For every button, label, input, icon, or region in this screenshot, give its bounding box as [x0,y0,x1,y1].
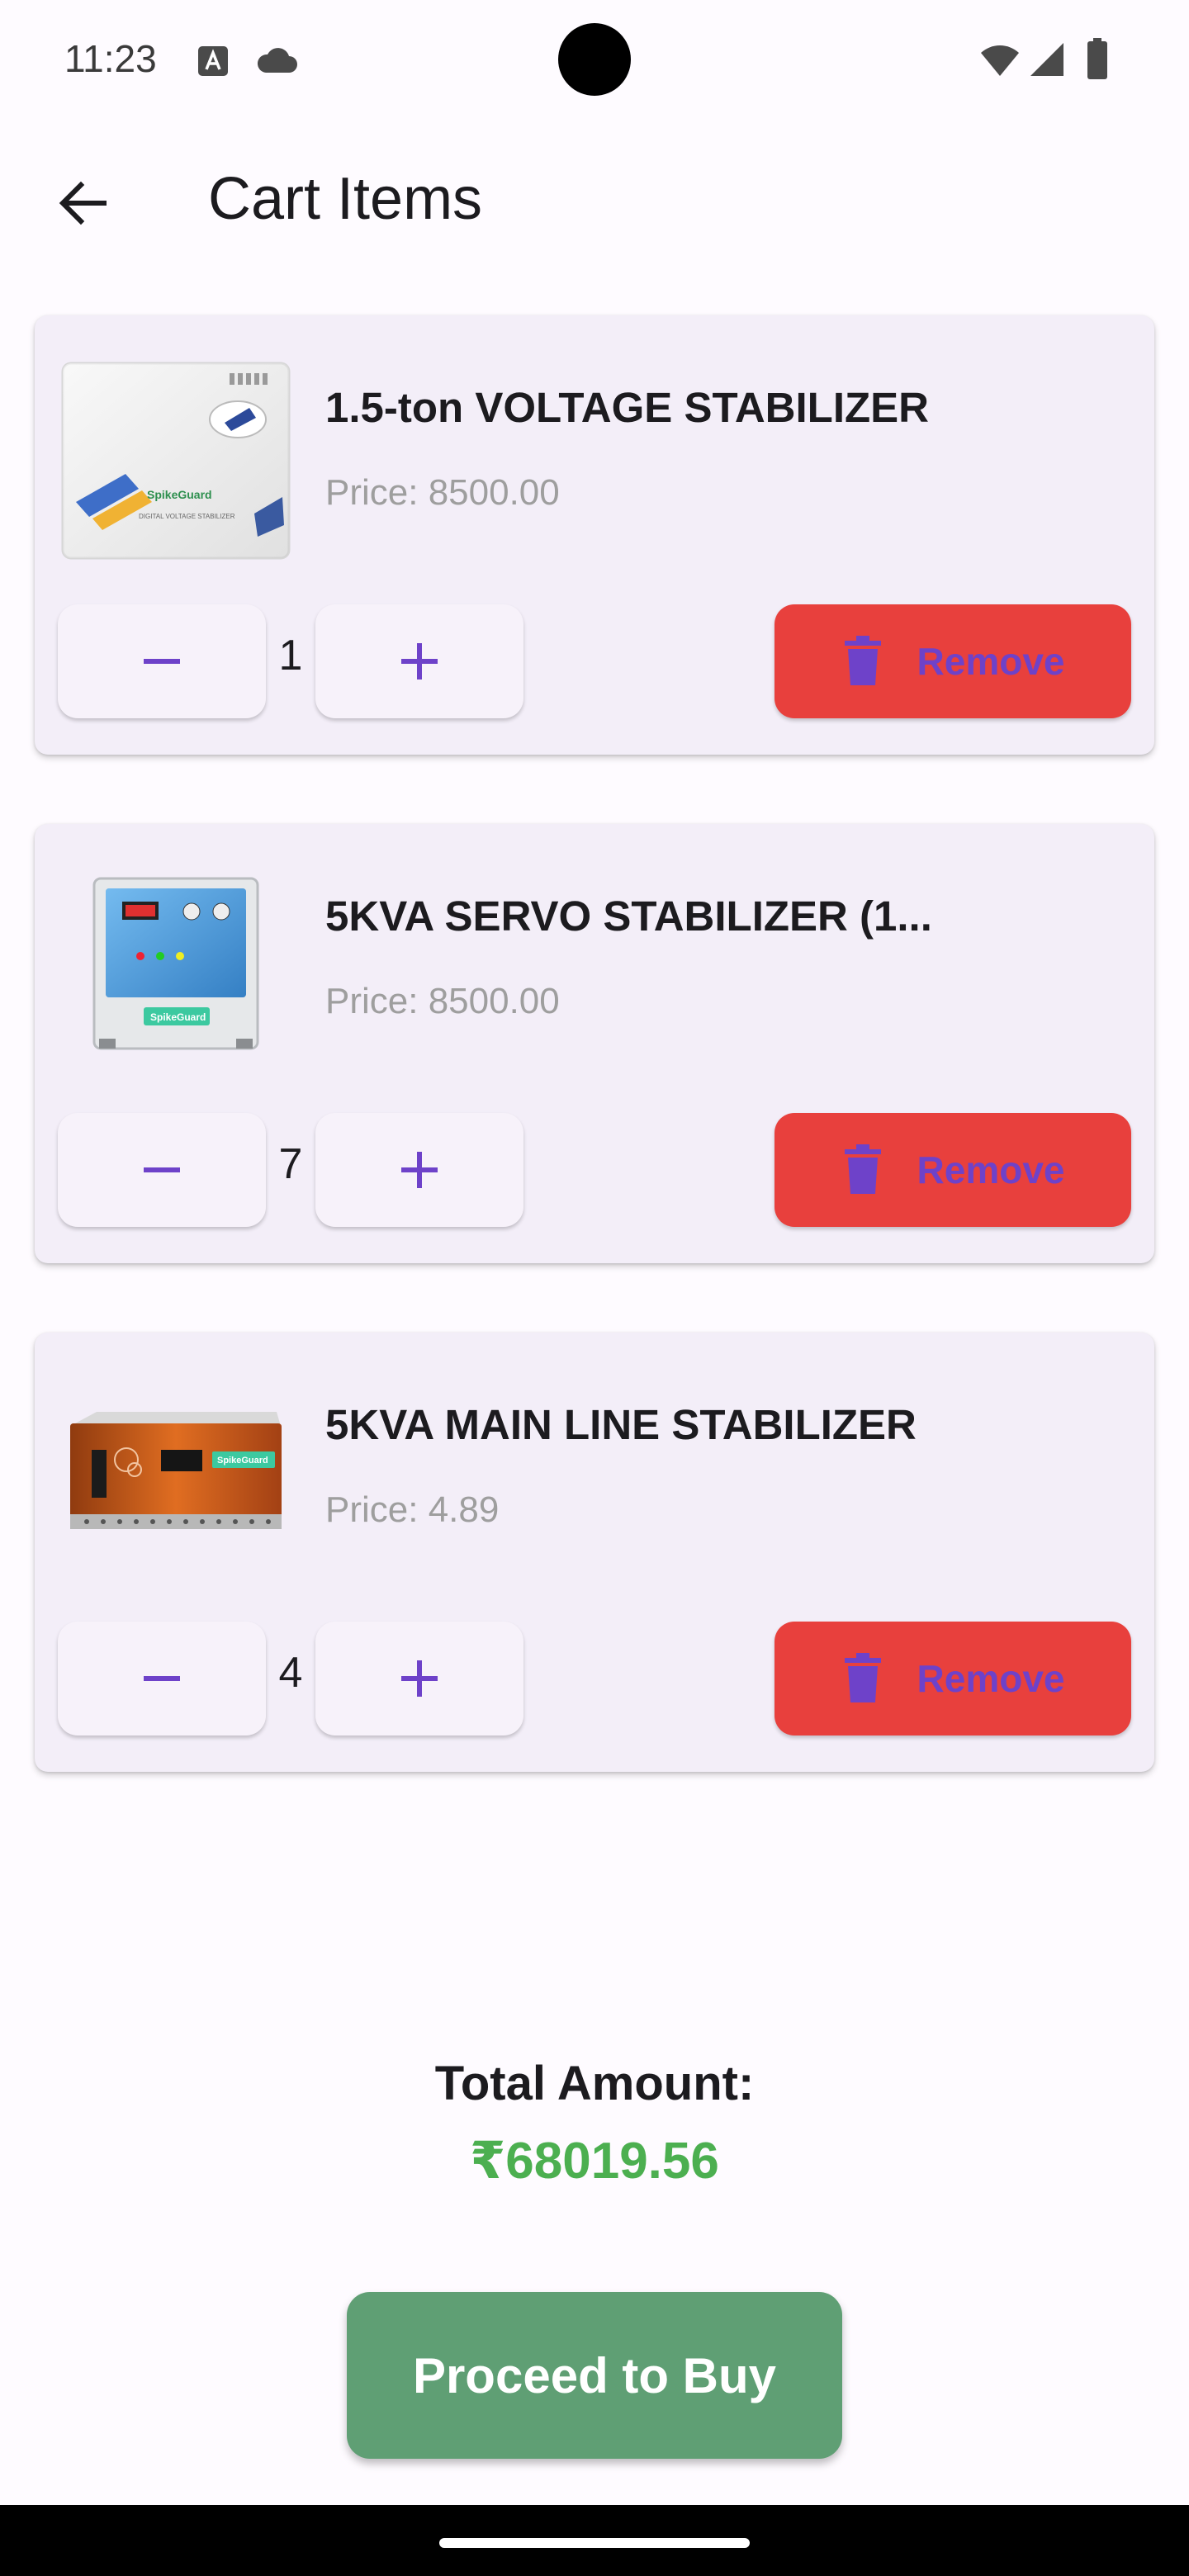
decrease-quantity-button[interactable] [58,1622,266,1735]
product-name: 1.5-ton VOLTAGE STABILIZER [325,384,929,431]
remove-label: Remove [917,1148,1065,1191]
minus-icon [144,659,180,664]
product-image-voltage-stabilizer: SpikeGuard DIGITAL VOLTAGE STABILIZER [56,348,296,563]
product-image-main-line-stabilizer: SpikeGuard [56,1366,296,1580]
minus-icon [144,1676,180,1681]
keyboard-a-icon [197,45,230,82]
svg-text:SpikeGuard: SpikeGuard [217,1456,268,1466]
cart-item-card: SpikeGuard 5KVA MAIN LINE STABILIZER Pri… [35,1333,1154,1772]
status-time: 11:23 [64,37,157,80]
trash-icon [844,1144,881,1194]
back-button[interactable] [43,163,122,243]
increase-quantity-button[interactable] [315,1113,523,1227]
trash-icon [844,636,881,685]
battery-icon [1087,38,1108,83]
quantity-value: 7 [278,1140,303,1188]
remove-label: Remove [917,1657,1065,1700]
camera-cutout [558,23,631,96]
decrease-quantity-button[interactable] [58,604,266,718]
product-price: Price: 4.89 [325,1489,500,1530]
product-price: Price: 8500.00 [325,472,560,513]
cart-item-card: SpikeGuard 5KVA SERVO STABILIZER (1... P… [35,824,1154,1263]
remove-button[interactable]: Remove [775,604,1131,718]
app-bar: Cart Items [0,132,1189,264]
remove-button[interactable]: Remove [775,1622,1131,1735]
plus-icon [401,1660,438,1697]
cart-list: SpikeGuard DIGITAL VOLTAGE STABILIZER 1.… [35,315,1154,1841]
total-label: Total Amount: [434,2057,755,2110]
quantity-value: 1 [278,632,303,680]
cloud-icon [254,46,299,78]
minus-icon [144,1167,180,1172]
navigation-bar [0,2505,1189,2576]
status-bar: 11:23 [0,0,1189,120]
product-name: 5KVA SERVO STABILIZER (1... [325,893,932,940]
product-price: Price: 8500.00 [325,981,560,1021]
plus-icon [401,1152,438,1188]
decrease-quantity-button[interactable] [58,1113,266,1227]
remove-label: Remove [917,640,1065,683]
product-name: 5KVA MAIN LINE STABILIZER [325,1401,917,1448]
trash-icon [844,1653,881,1702]
increase-quantity-button[interactable] [315,1622,523,1735]
page-title: Cart Items [208,166,483,232]
arrow-back-icon [59,181,107,225]
cart-item-card: SpikeGuard DIGITAL VOLTAGE STABILIZER 1.… [35,315,1154,755]
proceed-to-buy-button[interactable]: Proceed to Buy [347,2292,842,2459]
total-value: ₹68019.56 [470,2133,719,2190]
svg-text:SpikeGuard: SpikeGuard [150,1011,206,1023]
signal-icon [1029,41,1065,82]
remove-button[interactable]: Remove [775,1113,1131,1227]
svg-text:DIGITAL VOLTAGE STABILIZER: DIGITAL VOLTAGE STABILIZER [139,513,235,520]
svg-text:SpikeGuard: SpikeGuard [147,488,212,501]
wifi-icon [979,41,1021,82]
increase-quantity-button[interactable] [315,604,523,718]
home-gesture-handle[interactable] [439,2538,750,2548]
product-image-servo-stabilizer: SpikeGuard [56,857,296,1072]
plus-icon [401,643,438,680]
quantity-value: 4 [278,1649,303,1697]
